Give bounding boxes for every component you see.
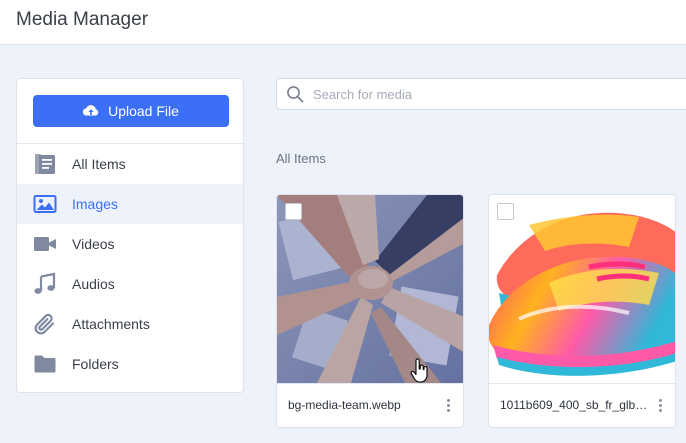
- sidebar-item-label: All Items: [72, 156, 126, 172]
- media-card[interactable]: bg-media-team.webp: [276, 194, 464, 428]
- media-thumbnail: [489, 195, 675, 383]
- hand-cursor-icon: [410, 358, 428, 383]
- more-options-icon[interactable]: [655, 398, 665, 414]
- media-filename: 1011b609_400_sb_fr_glb.w...: [500, 398, 648, 412]
- sidebar-item-audios[interactable]: Audios: [17, 264, 243, 304]
- upload-file-button[interactable]: Upload File: [33, 95, 229, 127]
- sidebar: Upload File All Items Images Videos Audi…: [16, 78, 244, 393]
- search-bar: [276, 78, 686, 110]
- media-card-footer: 1011b609_400_sb_fr_glb.w...: [489, 383, 675, 427]
- sidebar-item-images[interactable]: Images: [17, 184, 243, 224]
- media-card[interactable]: 1011b609_400_sb_fr_glb.w...: [488, 194, 676, 428]
- sidebar-item-label: Videos: [72, 236, 115, 252]
- music-icon: [34, 272, 56, 294]
- sidebar-item-label: Attachments: [72, 316, 150, 332]
- search-input[interactable]: [313, 79, 683, 109]
- video-icon: [34, 237, 56, 251]
- upload-file-label: Upload File: [108, 103, 179, 119]
- cloud-upload-icon: [83, 105, 99, 116]
- media-filename: bg-media-team.webp: [288, 398, 401, 412]
- sidebar-item-all-items[interactable]: All Items: [17, 144, 243, 184]
- folder-icon: [34, 355, 56, 373]
- sidebar-item-label: Images: [72, 196, 118, 212]
- upload-section: Upload File: [17, 79, 243, 144]
- select-checkbox[interactable]: [497, 203, 514, 220]
- page-title: Media Manager: [16, 9, 149, 30]
- sidebar-item-attachments[interactable]: Attachments: [17, 304, 243, 344]
- colorful-sneaker-photo: [489, 195, 675, 383]
- media-thumbnail: [277, 195, 463, 383]
- section-title: All Items: [276, 151, 326, 166]
- team-hands-photo: [277, 195, 463, 383]
- top-bar: Media Manager: [0, 0, 686, 45]
- image-icon: [33, 195, 57, 213]
- select-checkbox[interactable]: [285, 203, 302, 220]
- sidebar-item-videos[interactable]: Videos: [17, 224, 243, 264]
- sidebar-item-label: Audios: [72, 276, 115, 292]
- sidebar-item-label: Folders: [72, 356, 119, 372]
- search-icon: [287, 86, 304, 103]
- media-card-footer: bg-media-team.webp: [277, 383, 463, 427]
- more-options-icon[interactable]: [443, 398, 453, 414]
- sidebar-item-folders[interactable]: Folders: [17, 344, 243, 384]
- documents-icon: [35, 154, 55, 174]
- paperclip-icon: [34, 313, 55, 335]
